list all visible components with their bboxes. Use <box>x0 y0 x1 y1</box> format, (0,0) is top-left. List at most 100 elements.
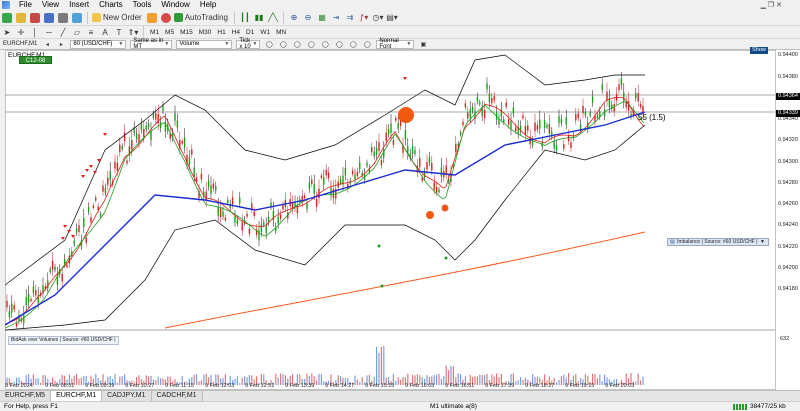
timeframe-h4[interactable]: H4 <box>229 29 243 36</box>
circle-icon: ◯ <box>363 41 371 48</box>
candle-body <box>639 104 642 108</box>
fibonacci-button[interactable]: ≡ <box>85 26 97 38</box>
tab-eurchf-m5[interactable]: EURCHF,M5 <box>0 391 52 401</box>
tab-cadchf-m1[interactable]: CADCHF,M1 <box>151 391 203 401</box>
candle-body <box>87 207 90 212</box>
candle-body <box>404 130 407 140</box>
templates-button[interactable]: ▤▾ <box>386 12 398 24</box>
subwindow-scale-value: 632 <box>780 336 790 342</box>
sell-arrow-marker <box>81 175 85 178</box>
circle-icon: ◯ <box>279 41 287 48</box>
show-button[interactable]: Show <box>750 47 768 54</box>
candle-body <box>49 269 51 272</box>
market-watch-button[interactable] <box>29 12 41 24</box>
line-chart-button[interactable]: ╱╲ <box>267 12 279 24</box>
tab-eurchf-m1[interactable]: EURCHF,M1 <box>51 391 103 401</box>
candle-body <box>553 141 555 149</box>
timeframe-h1[interactable]: H1 <box>214 29 228 36</box>
signal-badge[interactable]: C12-08 <box>19 56 52 64</box>
candle-body <box>354 174 356 180</box>
timeframe-d1[interactable]: D1 <box>243 29 257 36</box>
candlestick-button[interactable]: ▮▮ <box>253 12 265 24</box>
new-chart-button[interactable] <box>1 12 13 24</box>
zoom-out-button[interactable]: ⊖ <box>302 12 314 24</box>
option-button-1[interactable]: ◯ <box>263 38 275 50</box>
option-button-3[interactable]: ◯ <box>291 38 303 50</box>
time-axis-label: 9 Feb 08:51 <box>45 383 75 389</box>
window-controls-icon[interactable]: ▁ ❐ ✕ <box>761 1 782 9</box>
terminal-button[interactable] <box>57 12 69 24</box>
candle-body <box>467 112 469 119</box>
tester-button[interactable] <box>71 12 83 24</box>
menu-file[interactable]: File <box>14 0 37 10</box>
candle-body <box>109 170 111 181</box>
imbalance-indicator-label[interactable]: ▤ Imbalance | Source: #60 USD/CHF | ▼ <box>667 238 769 246</box>
candle-body <box>176 120 179 128</box>
menu-window[interactable]: Window <box>156 0 194 10</box>
option-button-5[interactable]: ◯ <box>319 38 331 50</box>
timeframe-mn[interactable]: MN <box>273 29 289 36</box>
profiles-button[interactable] <box>15 12 27 24</box>
cursor-button[interactable]: ➤ <box>1 26 13 38</box>
timeframe-w1[interactable]: W1 <box>257 29 273 36</box>
crosshair-button[interactable]: ✛ <box>15 26 27 38</box>
move-left-button[interactable]: ◂ <box>41 38 53 50</box>
subwindow-indicator-label[interactable]: BidAsk over Volumes | Source: #60 USD/CH… <box>8 336 119 345</box>
option-button-4[interactable]: ◯ <box>305 38 317 50</box>
label-button[interactable]: T <box>113 26 125 38</box>
new-order-button[interactable]: New Order <box>92 12 144 24</box>
metaeditor-button[interactable] <box>146 12 158 24</box>
channel-button[interactable]: ▱ <box>71 26 83 38</box>
signals-button[interactable] <box>160 12 172 24</box>
chart-shift-button[interactable]: ⇥ <box>330 12 342 24</box>
autotrading-label: AutoTrading <box>184 13 228 22</box>
arrows-button[interactable]: ⇑▾ <box>127 26 139 38</box>
menu-tools[interactable]: Tools <box>128 0 157 10</box>
price-chart[interactable] <box>5 50 775 390</box>
option-button-7[interactable]: ◯ <box>347 38 359 50</box>
candle-body <box>241 222 243 231</box>
vertical-line-button[interactable]: │ <box>29 26 41 38</box>
menu-view[interactable]: View <box>37 0 64 10</box>
zoom-in-button[interactable]: ⊕ <box>288 12 300 24</box>
volume-combo[interactable]: Volume ▼ <box>176 39 233 49</box>
menu-insert[interactable]: Insert <box>64 0 94 10</box>
option-button-2[interactable]: ◯ <box>277 38 289 50</box>
candle-body <box>620 78 623 86</box>
periods-button[interactable]: ◷▾ <box>372 12 384 24</box>
timeframe-m1[interactable]: M1 <box>147 29 162 36</box>
channel-icon: ▱ <box>73 27 81 37</box>
autoscroll-button[interactable]: ⇉ <box>344 12 356 24</box>
tile-windows-button[interactable]: ▦ <box>316 12 328 24</box>
source-symbol-combo[interactable]: 60 (USD/CHF) ▼ <box>70 39 127 49</box>
indicators-button[interactable]: ƒ▾ <box>358 12 370 24</box>
navigator-button[interactable] <box>43 12 55 24</box>
candle-body <box>527 125 529 131</box>
timeframe-m30[interactable]: M30 <box>196 29 215 36</box>
candle-body <box>414 150 416 154</box>
bar-chart-button[interactable]: ┃┃ <box>239 12 251 24</box>
trendline-button[interactable]: ╱ <box>57 26 69 38</box>
candle-body <box>385 132 387 141</box>
option-button-8[interactable]: ◯ <box>361 38 373 50</box>
candle-body <box>131 140 133 150</box>
tick-combo[interactable]: Tick x 10 ▼ <box>236 38 261 50</box>
mode-combo[interactable]: Same as in MT ▼ <box>130 38 173 50</box>
font-combo[interactable]: Normal Font ▼ <box>376 38 415 50</box>
tab-cadjpy-m1[interactable]: CADJPY,M1 <box>102 391 152 401</box>
candle-body <box>462 121 464 126</box>
text-button[interactable]: A <box>99 26 111 38</box>
navigator-icon <box>44 12 54 23</box>
option-button-6[interactable]: ◯ <box>333 38 345 50</box>
timeframe-m15[interactable]: M15 <box>177 29 196 36</box>
vertical-line-icon: │ <box>32 27 38 37</box>
autotrading-button[interactable]: AutoTrading <box>173 12 230 24</box>
timeframe-m5[interactable]: M5 <box>162 29 177 36</box>
move-right-button[interactable]: ▸ <box>55 38 67 50</box>
menu-charts[interactable]: Charts <box>94 0 128 10</box>
horizontal-line-button[interactable]: ─ <box>43 26 55 38</box>
candle-body <box>234 216 236 223</box>
menu-help[interactable]: Help <box>195 0 221 10</box>
candle-body <box>469 109 471 118</box>
color-button[interactable]: ▣ <box>417 38 429 50</box>
